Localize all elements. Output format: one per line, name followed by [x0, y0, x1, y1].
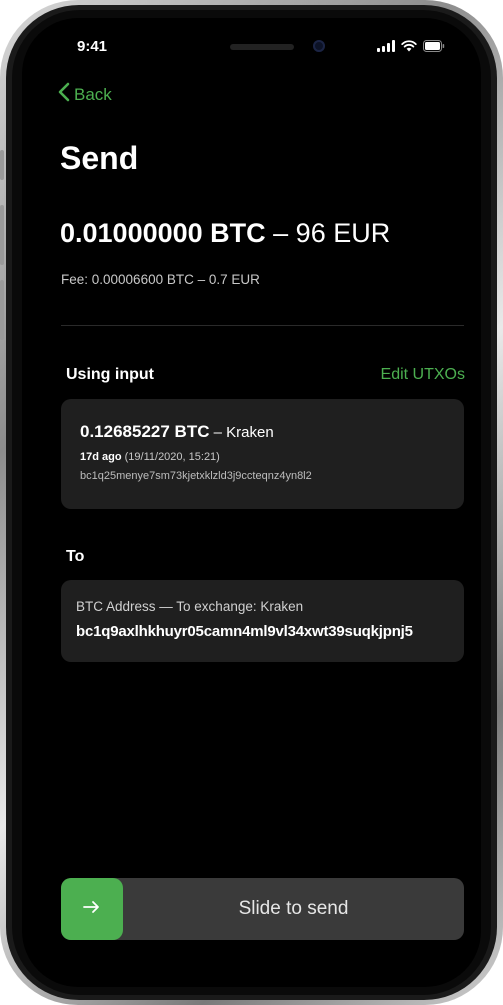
edit-utxos-link[interactable]: Edit UTXOs — [381, 366, 465, 384]
page-title: Send — [60, 140, 139, 176]
mute-switch — [0, 150, 4, 180]
recipient-label: BTC Address — To exchange: Kraken — [76, 599, 304, 614]
recipient-card[interactable]: BTC Address — To exchange: Kraken bc1q9a… — [61, 580, 464, 662]
chevron-left-icon — [58, 82, 70, 107]
amount-btc: 0.01000000 BTC — [60, 218, 266, 248]
app-screen: 9:41 Back Send 0.01000000 BTC – 96 EUR F… — [22, 18, 481, 987]
utxo-source: – Kraken — [209, 424, 274, 441]
earpiece-speaker — [230, 44, 294, 50]
battery-icon — [423, 40, 445, 52]
arrow-right-icon — [83, 900, 101, 919]
amount-separator: – — [265, 218, 296, 248]
slider-label: Slide to send — [238, 898, 349, 919]
utxo-btc: 0.12685227 BTC — [80, 422, 210, 441]
amount-fiat: 96 EUR — [295, 218, 391, 248]
slider-handle[interactable] — [61, 878, 123, 940]
utxo-age: 17d ago — [80, 451, 122, 463]
signal-icon — [377, 40, 395, 52]
utxo-address: bc1q25menye7sm73kjetxklzld3j9ccteqnz4yn8… — [80, 470, 312, 482]
wifi-icon — [401, 40, 417, 52]
using-input-heading: Using input — [66, 366, 154, 383]
phone-device: 9:41 Back Send 0.01000000 BTC – 96 EUR F… — [0, 0, 503, 1005]
slide-to-send-slider[interactable]: Slide to send — [61, 878, 464, 940]
status-time: 9:41 — [77, 38, 108, 55]
volume-up-button — [0, 205, 4, 265]
volume-down-button — [0, 280, 4, 340]
utxo-date: 17d ago (19/11/2020, 15:21) — [80, 451, 220, 463]
recipient-address: bc1q9axlhkhuyr05camn4ml9vl34xwt39suqkjpn… — [76, 623, 413, 640]
utxo-amount: 0.12685227 BTC – Kraken — [80, 422, 274, 442]
front-camera — [313, 40, 325, 52]
back-button[interactable]: Back — [58, 82, 112, 107]
utxo-card[interactable]: 0.12685227 BTC – Kraken 17d ago (19/11/2… — [61, 399, 464, 509]
to-heading: To — [66, 548, 85, 565]
divider — [61, 325, 464, 326]
status-icons — [377, 38, 445, 54]
back-label: Back — [74, 84, 112, 104]
utxo-timestamp: (19/11/2020, 15:21) — [121, 451, 220, 463]
send-amount: 0.01000000 BTC – 96 EUR — [60, 218, 390, 249]
status-bar: 9:41 — [22, 18, 481, 78]
fee-text: Fee: 0.00006600 BTC – 0.7 EUR — [61, 272, 260, 287]
